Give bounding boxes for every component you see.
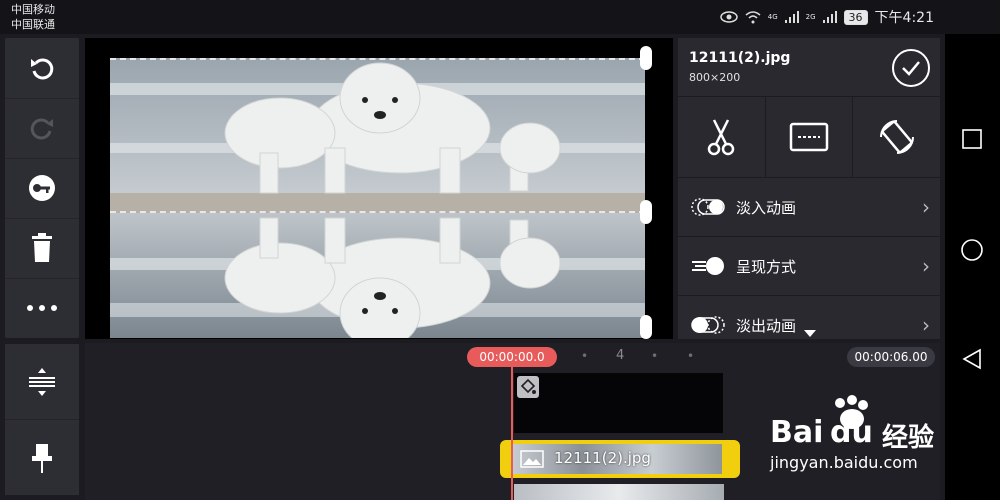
tick-dot: • bbox=[581, 349, 589, 363]
pin-icon bbox=[32, 443, 52, 473]
next-clip[interactable] bbox=[514, 484, 724, 500]
more-icon bbox=[27, 305, 57, 311]
redo-icon bbox=[30, 118, 53, 140]
fade-out-row[interactable]: 淡出动画 › bbox=[678, 296, 940, 339]
crop-handle-middle[interactable] bbox=[640, 200, 652, 224]
scissors-icon bbox=[708, 119, 735, 156]
caret-down-icon bbox=[804, 330, 816, 337]
undo-icon bbox=[31, 58, 54, 80]
rotate-icon bbox=[879, 120, 914, 154]
crop-button[interactable] bbox=[766, 97, 854, 177]
status-icons: 4G 2G 36 下午4:21 bbox=[720, 8, 934, 26]
watermark-url: jingyan.baidu.com bbox=[770, 453, 918, 472]
status-bar: 中国移动 中国联通 4G 2G 36 下午4:21 bbox=[0, 0, 1000, 34]
video-preview[interactable] bbox=[85, 38, 673, 339]
clock: 下午4:21 bbox=[874, 10, 934, 26]
clip-thumbnail: 12111(2).jpg bbox=[512, 444, 722, 474]
tick-label: 4 bbox=[616, 348, 625, 363]
watermark-suffix: 经验 bbox=[882, 423, 935, 453]
current-time: 00:00:00.0 bbox=[467, 347, 557, 367]
clip-header: 12111(2).jpg 800×200 bbox=[678, 38, 940, 97]
eye-icon bbox=[720, 11, 738, 23]
check-icon bbox=[902, 61, 920, 76]
home-icon[interactable] bbox=[961, 239, 983, 261]
chevron-right-icon: › bbox=[922, 313, 930, 337]
crop-handle-bottom[interactable] bbox=[640, 315, 652, 339]
chevron-right-icon: › bbox=[922, 195, 930, 219]
present-row[interactable]: 呈现方式 › bbox=[678, 237, 940, 296]
expand-tracks-button[interactable] bbox=[5, 344, 79, 420]
signal-icon-2 bbox=[822, 11, 837, 23]
clip-title: 12111(2).jpg bbox=[689, 50, 791, 66]
image-icon bbox=[520, 450, 544, 468]
rotate-button[interactable] bbox=[853, 97, 940, 177]
end-time: 00:00:06.00 bbox=[847, 347, 935, 367]
watermark-du: du bbox=[830, 415, 873, 450]
timeline-toolbar bbox=[5, 344, 79, 495]
delete-icon bbox=[32, 233, 52, 262]
watermark-brand: Bai bbox=[770, 415, 824, 450]
present-icon bbox=[692, 257, 724, 275]
fade-in-icon bbox=[691, 198, 725, 216]
trim-button[interactable] bbox=[678, 97, 766, 177]
clip-label: 12111(2).jpg bbox=[554, 449, 651, 467]
audio-layer-track[interactable] bbox=[514, 373, 723, 433]
confirm-button[interactable] bbox=[892, 49, 930, 87]
crop-icon bbox=[789, 122, 829, 152]
signal-icon bbox=[784, 11, 799, 23]
undo-button[interactable] bbox=[5, 38, 79, 99]
carrier-2: 中国联通 bbox=[11, 18, 55, 31]
present-label: 呈现方式 bbox=[736, 257, 797, 276]
redo-button[interactable] bbox=[5, 98, 79, 159]
left-toolbar bbox=[5, 38, 79, 338]
more-button[interactable] bbox=[5, 278, 79, 338]
fill-bucket-icon bbox=[517, 376, 539, 398]
carrier-1: 中国移动 bbox=[11, 3, 55, 16]
keyframe-icon bbox=[29, 175, 55, 201]
baidu-watermark: Bai du 经验 jingyan.baidu.com bbox=[770, 395, 950, 475]
clip-options-panel: 12111(2).jpg 800×200 淡入动画 › 呈现方式 › 淡出动画 … bbox=[678, 38, 940, 339]
clip-dimensions: 800×200 bbox=[689, 71, 741, 84]
android-nav-bar bbox=[945, 34, 1000, 500]
split-tracks-icon bbox=[29, 367, 55, 396]
delete-button[interactable] bbox=[5, 218, 79, 279]
wifi-icon bbox=[745, 10, 761, 23]
fade-out-icon bbox=[691, 316, 725, 334]
recents-icon[interactable] bbox=[962, 129, 982, 149]
crop-handle-top[interactable] bbox=[640, 46, 652, 70]
chevron-right-icon: › bbox=[922, 254, 930, 278]
tick-dot: • bbox=[651, 349, 659, 363]
fade-out-label: 淡出动画 bbox=[736, 316, 797, 335]
fade-in-label: 淡入动画 bbox=[736, 198, 797, 217]
edit-tools bbox=[678, 97, 940, 178]
fade-in-row[interactable]: 淡入动画 › bbox=[678, 178, 940, 237]
back-icon[interactable] bbox=[962, 348, 982, 370]
pin-button[interactable] bbox=[5, 420, 79, 495]
playhead[interactable] bbox=[511, 367, 513, 500]
preview-image bbox=[110, 58, 645, 338]
crop-middle-line bbox=[110, 211, 645, 213]
network-2-label: 2G bbox=[805, 13, 816, 21]
selected-clip[interactable]: 12111(2).jpg bbox=[500, 440, 740, 478]
crop-top-line bbox=[110, 58, 645, 60]
network-1-label: 4G bbox=[767, 13, 778, 21]
keyframe-button[interactable] bbox=[5, 158, 79, 219]
tick-dot: • bbox=[687, 349, 695, 363]
battery-indicator: 36 bbox=[843, 9, 868, 25]
